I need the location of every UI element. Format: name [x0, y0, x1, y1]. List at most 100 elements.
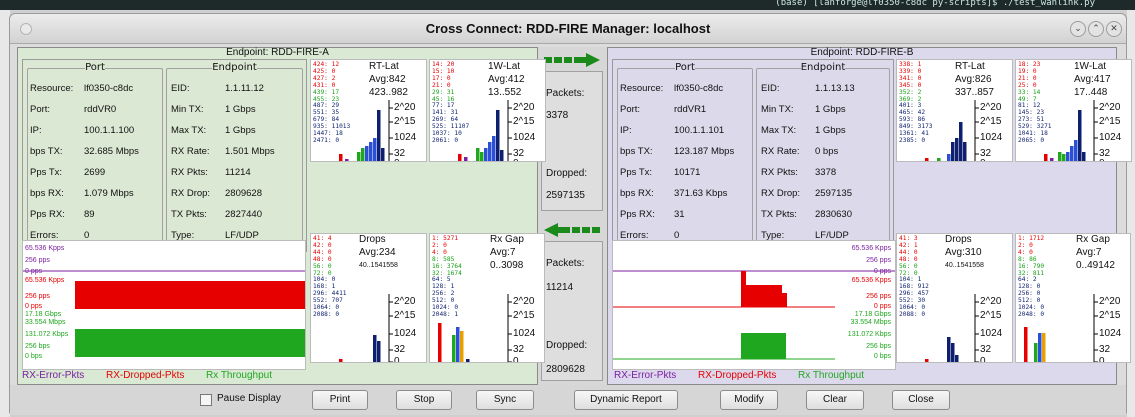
axis-label: 256 pps [866, 293, 891, 300]
axis-label: 0 pps [25, 303, 43, 310]
port-field-value: 10171 [674, 167, 701, 178]
histogram-bar [438, 323, 442, 362]
port-field-label: IP: [30, 125, 42, 136]
dropped-area [746, 285, 782, 307]
throughput-graph: 65.536 Kpps 256 pps 0 pps 65.536 Kpps 256 pp… [612, 240, 896, 370]
histogram-bar [955, 355, 959, 362]
dropped-area [75, 281, 305, 309]
histogram-bar [1024, 327, 1028, 362]
tick-label: 2^15 [1099, 116, 1121, 127]
endpoint-field-label: TX Pkts: [171, 209, 207, 220]
histogram-drops: 41: 3 42: 1 44: 0 48: 0 56: 0 72: 0 104: 1 168:… [896, 233, 1013, 363]
tick-label: 0 [980, 356, 986, 363]
bottom-dropped-value: 2809628 [546, 364, 585, 375]
endpoint-field-value: 2809628 [225, 188, 262, 199]
pause-display-checkbox[interactable] [200, 394, 212, 406]
port-field-label: Resource: [620, 83, 664, 94]
cross-connect-window: Cross Connect: RDD-FIRE Manager: localho… [9, 13, 1132, 415]
histogram-bar [925, 158, 929, 161]
modify-button[interactable]: Modify [720, 390, 778, 410]
axis-label: 0 pps [873, 303, 891, 310]
sync-button[interactable]: Sync [476, 390, 534, 410]
axis-label: 65.536 Kpps [25, 277, 65, 284]
axis-label: 256 bps [866, 343, 891, 350]
histogram-bar [500, 150, 504, 161]
tick-label: 1024 [980, 328, 1003, 339]
axis-label: 65.536 Kpps [851, 245, 891, 252]
close-button[interactable]: Close [892, 390, 950, 410]
port-field-value: 100.1.1.101 [674, 125, 725, 136]
port-field-value: 32.685 Mbps [84, 146, 139, 157]
histogram-bar [1082, 152, 1086, 161]
print-button[interactable]: Print [312, 390, 368, 410]
dynamic-report-button[interactable]: Dynamic Report [574, 390, 678, 410]
port-field-value: lf0350-c8dc [84, 83, 134, 94]
background-terminal: (base) [lanforge@lf0350-c8dc py-scripts]… [0, 0, 1135, 10]
maximize-button[interactable]: ⌃ [1088, 21, 1104, 37]
tick-label: 2^20 [513, 102, 535, 113]
histogram-w1: 18: 23 19: 0 21: 0 25: 0 33: 14 49: 7 81: 12 14… [1015, 59, 1132, 162]
port-field-label: Pps Tx: [620, 167, 653, 178]
histogram-bar [381, 148, 385, 161]
terminal-text: (base) [lanforge@lf0350-c8dc py-scripts]… [775, 0, 1095, 8]
histogram-rt: 424: 12 425: 0 427: 2 431: 0 439: 17 455: 23 4… [310, 59, 427, 162]
endpoint-field-label: RX Drop: [171, 188, 211, 199]
histogram-bar [369, 142, 373, 161]
histogram-bar [947, 337, 951, 362]
histogram-bar [377, 341, 381, 362]
port-field-value: 31 [674, 209, 685, 220]
histogram-bar [1074, 140, 1078, 161]
title-bar: Cross Connect: RDD-FIRE Manager: localho… [10, 14, 1126, 44]
tick-label: 2^15 [980, 310, 1002, 321]
legend-item: RX-Dropped-Pkts [106, 370, 185, 381]
center-transfer-column: Packets: 3378 Dropped: 2597135 Packets: … [538, 47, 607, 385]
histogram-bar [951, 343, 955, 362]
minimize-button[interactable]: ⌄ [1070, 21, 1086, 37]
axis-label: 33.554 Mbps [25, 319, 66, 326]
tick-label: 0 [513, 356, 519, 363]
histogram-bar [345, 159, 349, 161]
endpoint-field-label: Max TX: [761, 125, 797, 136]
tick-label: 32 [980, 344, 992, 355]
pause-display-label[interactable]: Pause Display [217, 393, 281, 404]
axis-label: 0 bps [25, 353, 43, 360]
port-box-label: Port [618, 62, 752, 73]
histogram-bar [947, 154, 951, 161]
port-field-label: Pps Tx: [30, 167, 63, 178]
histogram-bar [339, 359, 343, 362]
axis-label: 256 pps [25, 257, 50, 264]
axis-label: 0 pps [873, 268, 891, 275]
throughput-area [75, 329, 305, 357]
clear-button[interactable]: Clear [806, 390, 864, 410]
bottom-dropped-label: Dropped: [546, 340, 588, 351]
histogram-bar [1058, 152, 1062, 161]
port-field-label: bps RX: [620, 188, 654, 199]
stop-button[interactable]: Stop [396, 390, 452, 410]
legend-item: RX-Error-Pkts [614, 370, 677, 381]
histogram-bar [456, 327, 460, 362]
tick-label: 0 [394, 158, 400, 161]
histogram-bar [460, 331, 464, 362]
throughput-area [741, 333, 786, 359]
histogram-bar [365, 146, 369, 161]
tick-label: 2^15 [394, 116, 416, 127]
endpoint-field-label: RX Pkts: [761, 167, 798, 178]
histogram-bar [955, 138, 959, 161]
tick-label: 0 [1099, 356, 1105, 363]
close-window-button[interactable]: ✕ [1106, 21, 1122, 37]
endpoint-box-label: Endpoint [757, 62, 889, 73]
tick-label: 2^20 [1099, 296, 1121, 307]
port-field-label: Resource: [30, 83, 74, 94]
endpoint-field-label: RX Drop: [761, 188, 801, 199]
dropped-bar [741, 271, 746, 307]
histogram-rt: 338: 1 339: 0 341: 0 345: 0 352: 2 369: 2 401:… [896, 59, 1013, 162]
histogram-bar [452, 335, 456, 362]
endpoint-field-value: 1 Gbps [225, 125, 256, 136]
histogram-gap: 1: 1712 2: 0 4: 0 8: 86 16: 790 32: 811 64: 21… [1015, 233, 1131, 363]
legend-item: RX-Error-Pkts [22, 370, 85, 381]
histogram-bar [339, 154, 343, 161]
histogram-bar [963, 142, 967, 161]
endpoint-panel-a: Endpoint: RDD-FIRE-A Port Resource: lf0350-… [17, 47, 546, 385]
axis-label: 256 pps [866, 257, 891, 264]
histogram-bar [959, 122, 963, 161]
